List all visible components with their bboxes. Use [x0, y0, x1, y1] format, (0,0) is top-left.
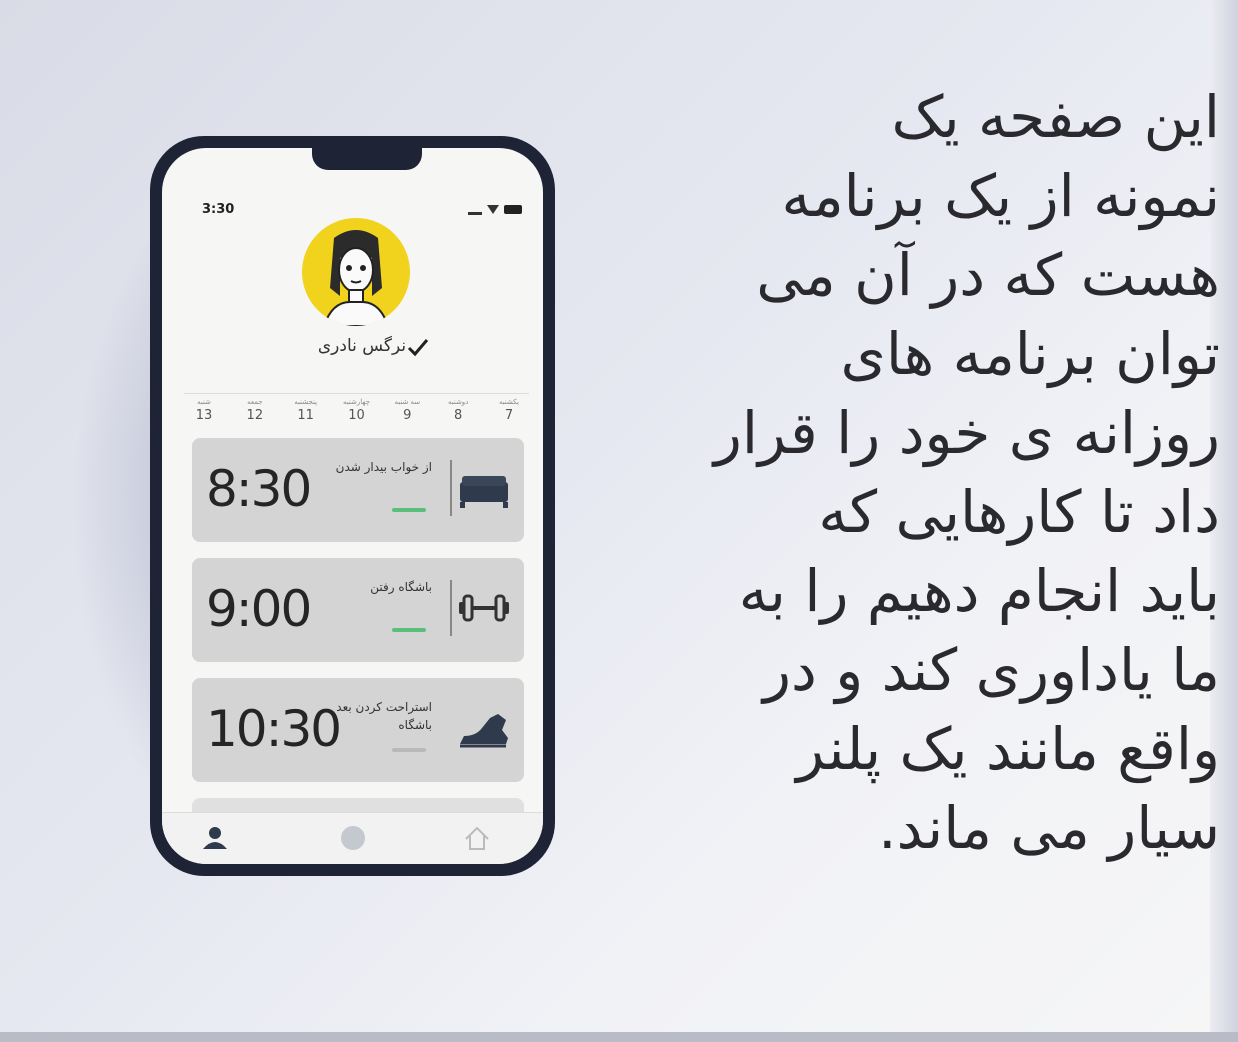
day-number: 12	[246, 408, 264, 423]
day-name: شنبه	[197, 398, 211, 406]
day-number: 10	[348, 408, 365, 423]
check-icon	[407, 339, 429, 357]
day-number: 13	[195, 408, 213, 423]
signal-icon	[468, 212, 482, 215]
status-bar: 3:30	[202, 202, 522, 220]
day-name: دوشنبه	[447, 398, 469, 406]
day-name: جمعه	[247, 398, 263, 406]
day-name: چهارشنبه	[343, 398, 370, 406]
card-title: باشگاه رفتن	[370, 580, 432, 594]
day-number: 11	[297, 408, 314, 423]
circle-icon[interactable]	[338, 823, 368, 853]
phone-mockup: 3:30 نرگس نادری شنبه 13 جمعه 12 پنجشنبه …	[150, 136, 555, 876]
day-number: 8	[454, 408, 463, 423]
phone-notch	[312, 148, 422, 170]
status-time: 3:30	[202, 202, 235, 217]
day-name: یکشنبه	[498, 398, 519, 406]
phone-screen: 3:30 نرگس نادری شنبه 13 جمعه 12 پنجشنبه …	[162, 148, 543, 864]
day-item[interactable]: جمعه 12	[235, 394, 275, 436]
card-divider	[450, 580, 452, 636]
bed-icon	[460, 476, 508, 508]
card-time: 8:30	[206, 460, 312, 518]
day-item[interactable]: سه شنبه 9	[387, 394, 427, 436]
day-item[interactable]: یکشنبه 7	[489, 394, 529, 436]
dumbbell-icon	[459, 594, 509, 622]
status-indicator	[392, 628, 426, 632]
bottom-tab-bar	[162, 812, 543, 864]
status-icons	[468, 204, 522, 215]
day-item[interactable]: دوشنبه 8	[438, 394, 478, 436]
wifi-icon	[487, 205, 499, 214]
schedule-card-rest[interactable]: 10:30 استراحت کردن بعد باشگاه	[192, 678, 524, 782]
schedule-card-wakeup[interactable]: 8:30 از خواب بیدار شدن	[192, 438, 524, 542]
status-indicator	[392, 508, 426, 512]
day-item[interactable]: چهارشنبه 10	[336, 394, 376, 436]
schedule-card-gym[interactable]: 9:00 باشگاه رفتن	[192, 558, 524, 662]
battery-icon	[504, 205, 522, 214]
day-item[interactable]: پنجشنبه 11	[286, 394, 326, 436]
day-name: پنجشنبه	[294, 398, 318, 406]
avatar-illustration	[322, 230, 390, 326]
avatar[interactable]	[302, 218, 410, 326]
day-selector: شنبه 13 جمعه 12 پنجشنبه 11 چهارشنبه 10 سه شن…	[184, 393, 529, 436]
profile-icon[interactable]	[200, 823, 230, 853]
card-title: از خواب بیدار شدن	[335, 460, 432, 474]
sneaker-icon	[460, 714, 508, 748]
home-icon[interactable]	[462, 823, 492, 853]
day-item[interactable]: شنبه 13	[184, 394, 224, 436]
bottom-frame	[0, 1032, 1238, 1042]
status-indicator	[392, 748, 426, 752]
card-title: استراحت کردن بعد باشگاه	[336, 700, 432, 732]
description-text: این صفحه یک نمونه از یک برنامه هست که در…	[713, 83, 1220, 862]
card-divider	[450, 460, 452, 516]
day-name: سه شنبه	[394, 398, 421, 406]
card-time: 9:00	[206, 580, 312, 638]
day-number: 9	[403, 408, 412, 423]
day-number: 7	[504, 408, 514, 423]
